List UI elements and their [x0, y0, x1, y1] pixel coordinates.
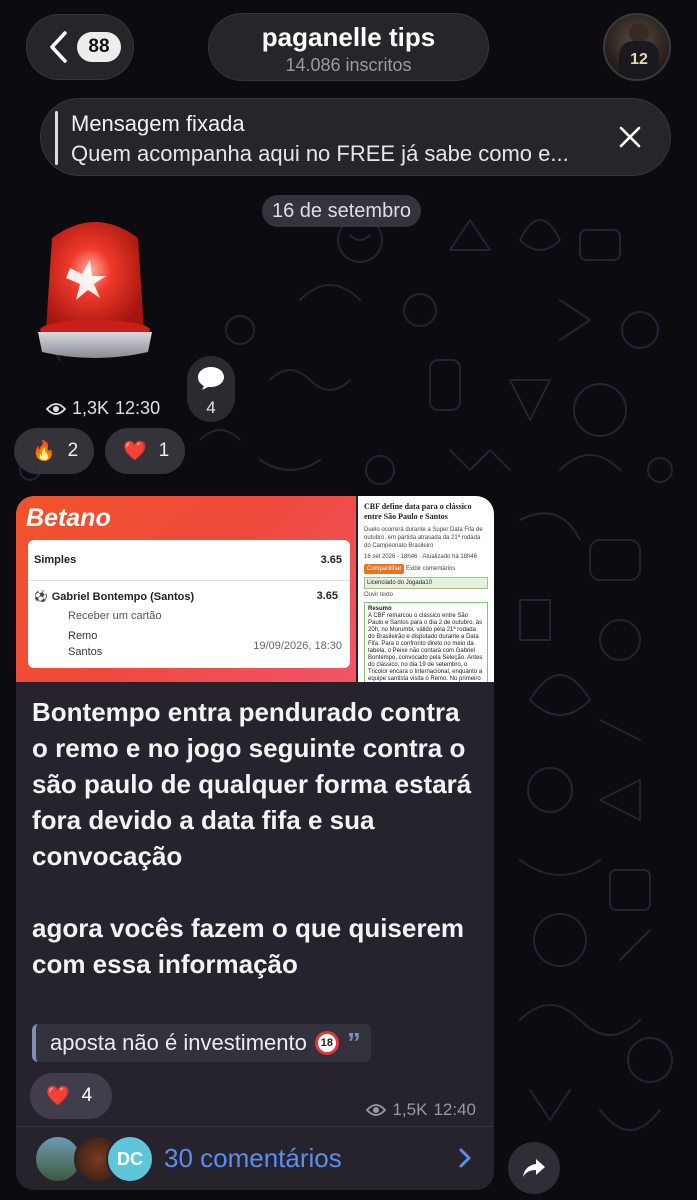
comments-link[interactable]: DC 30 comentários	[16, 1126, 494, 1190]
avatar-jersey-number: 12	[619, 41, 659, 79]
bet-market: Receber um cartão	[68, 610, 162, 622]
betslip-card: Simples 3.65 ⚽ Gabriel Bontempo (Santos)…	[28, 540, 350, 668]
quote-block: aposta não é investimento 18 ”	[32, 1024, 371, 1062]
chevron-left-icon	[50, 31, 67, 63]
article-summary: Resumo A CBF remarcou o clássico entre S…	[364, 602, 488, 682]
date-separator: 16 de setembro	[262, 195, 421, 227]
reaction-heart[interactable]: ❤️ 1	[105, 428, 185, 474]
chevron-right-icon	[459, 1148, 471, 1168]
quote-text: aposta não é investimento	[50, 1030, 307, 1055]
sticker-views: 1,3K	[72, 398, 110, 418]
close-icon[interactable]	[616, 123, 644, 151]
siren-sticker[interactable]	[30, 210, 160, 370]
sticker-time: 12:30	[115, 398, 161, 418]
fire-icon: 🔥	[32, 441, 56, 462]
pinned-label: Mensagem fixada	[71, 111, 245, 136]
soccer-ball-icon: ⚽	[34, 591, 48, 603]
article-license: Licenciado do Jogada10	[364, 577, 488, 589]
article-headline: CBF define data para o clássico entre Sã…	[364, 502, 472, 521]
bet-pick: Gabriel Bontempo (Santos)	[51, 590, 195, 603]
bet-type: Simples	[34, 554, 77, 566]
team-home: Remo	[68, 630, 98, 642]
reaction-fire[interactable]: 🔥 2	[14, 428, 94, 474]
sticker-meta: 1,3K 12:30	[46, 398, 160, 419]
betslip-image[interactable]: Betano Simples 3.65 ⚽ Gabriel Bontempo (…	[16, 496, 356, 682]
commenter-avatar: DC	[106, 1135, 154, 1183]
article-meta: 16 set 2026 - 18h46 · Atualizado há 18h4…	[364, 554, 478, 560]
article-comments: Exibir comentários	[406, 566, 456, 572]
heart-icon: ❤️	[46, 1086, 70, 1107]
message-time: 12:40	[433, 1100, 476, 1119]
article-listen: Ouvir texto	[364, 592, 394, 598]
message-bubble[interactable]: Betano Simples 3.65 ⚽ Gabriel Bontempo (…	[16, 496, 494, 1190]
pinned-message-bar[interactable]: Mensagem fixada Quem acompanha aqui no F…	[40, 98, 671, 176]
pinned-preview: Quem acompanha aqui no FREE já sabe como…	[71, 141, 569, 166]
article-intro: Duelo ocorrerá durante a Super Data Fifa…	[364, 527, 483, 549]
channel-header[interactable]: paganelle tips 14.086 inscritos	[208, 13, 489, 81]
share-button[interactable]	[508, 1142, 560, 1194]
pick-odd: 3.65	[316, 590, 338, 602]
share-arrow-icon	[523, 1159, 545, 1177]
reaction-count: 1	[158, 440, 170, 461]
sticker-comment-count: 4	[206, 398, 216, 417]
total-odd: 3.65	[320, 554, 342, 566]
avatar-head	[629, 23, 649, 43]
match-datetime: 19/09/2026, 18:30	[253, 640, 342, 652]
pinned-indicator	[55, 111, 58, 165]
article-share: Compartilhar	[364, 564, 405, 574]
heart-icon: ❤️	[123, 441, 147, 462]
comments-count-label: 30 comentários	[164, 1143, 342, 1173]
unread-count-badge: 88	[77, 32, 121, 62]
no-under-18-icon: 18	[314, 1031, 339, 1055]
eye-icon	[46, 402, 66, 415]
message-views: 1,5K	[392, 1100, 428, 1119]
message-paragraph-1: Bontempo entra pendurado contra o remo e…	[32, 697, 472, 871]
team-away: Santos	[68, 646, 103, 658]
bet-selection: ⚽ Gabriel Bontempo (Santos)	[34, 590, 195, 604]
back-button[interactable]: 88	[26, 14, 134, 80]
comment-icon	[198, 367, 224, 390]
betano-logo: Betano	[26, 504, 111, 532]
reaction-heart-main[interactable]: ❤️ 4	[30, 1073, 112, 1119]
reaction-count: 2	[67, 440, 79, 461]
message-paragraph-2: agora vocês fazem o que quiserem com ess…	[32, 913, 465, 979]
channel-avatar[interactable]: 12	[603, 13, 671, 81]
message-text: Bontempo entra pendurado contra o remo e…	[32, 694, 482, 1018]
summary-text: A CBF remarcou o clássico entre São Paul…	[368, 613, 483, 682]
reaction-count: 4	[81, 1085, 93, 1106]
news-article-image[interactable]: CBF define data para o clássico entre Sã…	[358, 496, 494, 682]
quote-mark-icon: ”	[346, 1027, 361, 1058]
sticker-comments-button[interactable]: 4	[187, 356, 235, 422]
summary-title: Resumo	[368, 606, 392, 612]
channel-name: paganelle tips	[261, 22, 436, 52]
subscriber-count: 14.086 inscritos	[285, 55, 412, 75]
eye-icon	[366, 1104, 387, 1116]
message-meta: 1,5K 12:40	[366, 1100, 476, 1120]
